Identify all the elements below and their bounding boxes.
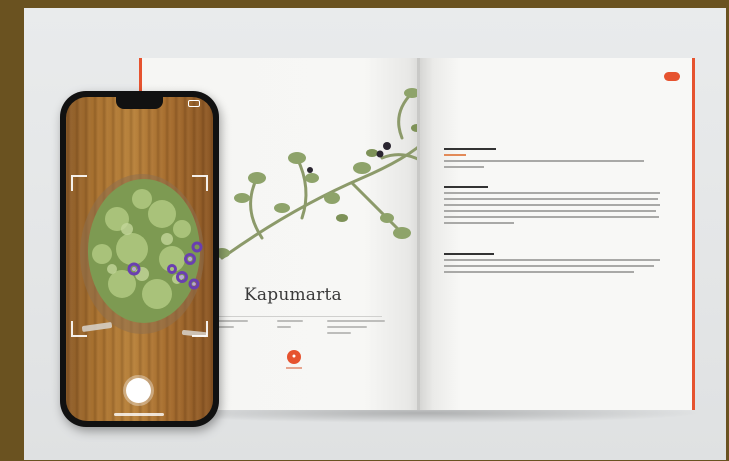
open-book: Kapumarta ●: [139, 58, 695, 410]
text-section-1: [444, 148, 664, 172]
camera-screen: [66, 97, 213, 421]
plant-title: Kapumarta: [244, 285, 342, 305]
scan-frame: [71, 175, 208, 337]
battery-icon: [188, 100, 200, 107]
info-column-3: [327, 320, 387, 338]
book-badge-icon: ●: [287, 350, 301, 364]
page-corner-mark: [664, 72, 680, 81]
text-section-2: [444, 186, 664, 228]
info-divider: [212, 316, 382, 317]
book-right-page: [420, 58, 695, 410]
smartphone: [60, 91, 219, 427]
product-scene: Kapumarta ●: [24, 8, 726, 460]
home-indicator[interactable]: [114, 413, 164, 416]
badge-caption: [286, 367, 302, 369]
text-section-3: [444, 253, 664, 277]
info-column-2: [277, 320, 307, 332]
phone-notch: [116, 97, 163, 109]
shutter-button[interactable]: [126, 378, 151, 403]
